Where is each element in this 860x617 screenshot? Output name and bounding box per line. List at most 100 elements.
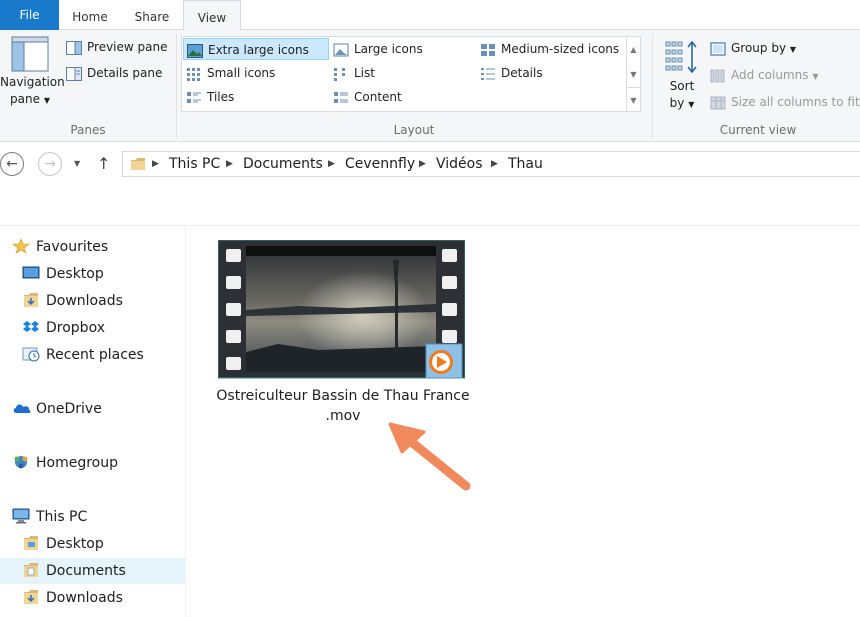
scroll-down-icon[interactable]: ▼ — [627, 62, 640, 87]
medium-icons-label: Medium-sized icons — [501, 42, 620, 56]
tiles-option[interactable]: Tiles — [186, 86, 234, 108]
breadcrumb-thau[interactable]: Thau — [508, 152, 543, 176]
large-icons-option[interactable]: Large icons — [333, 38, 423, 60]
details-label: Details — [501, 66, 543, 80]
breadcrumb-videos[interactable]: Vidéos — [436, 152, 483, 176]
tiles-label: Tiles — [207, 90, 235, 104]
nav-label: Favourites — [36, 239, 109, 255]
caret-down-icon: ▼ — [43, 96, 50, 105]
small-icons-icon — [186, 66, 202, 81]
address-bar[interactable]: ▶ This PC ▶ Documents ▶ Cevennfly ▶ Vidé… — [122, 151, 860, 177]
sort-by-button[interactable]: Sort by ▼ — [660, 40, 704, 113]
nav-item-this-pc[interactable]: This PC — [12, 504, 87, 530]
navigation-pane-button[interactable]: Navigation pane ▼ — [0, 36, 65, 109]
add-columns-icon — [710, 68, 726, 82]
list-icon — [333, 66, 349, 81]
current-view-group-label: Current view — [719, 123, 797, 137]
nav-item-recent-places[interactable]: Recent places — [22, 342, 144, 368]
breadcrumb-cevennfly[interactable]: Cevennfly — [345, 152, 415, 176]
nav-item-favourites[interactable]: Favourites — [12, 234, 108, 260]
content-icon — [333, 90, 349, 104]
command-strip — [0, 182, 860, 226]
tab-home[interactable]: Home — [59, 0, 121, 30]
star-icon — [12, 237, 30, 254]
gallery-more-icon[interactable]: ▼ — [627, 87, 640, 112]
tab-file[interactable]: File — [0, 0, 59, 30]
add-columns-button[interactable]: Add columns ▼ — [710, 64, 818, 86]
navigation-pane-label: Navigation — [0, 75, 65, 89]
media-player-badge-icon — [425, 343, 463, 379]
content-label: Content — [354, 90, 402, 104]
details-option[interactable]: Details — [480, 62, 543, 84]
panes-group-label: Panes — [70, 123, 106, 137]
nav-item-pc-desktop[interactable]: Desktop — [22, 531, 104, 557]
tab-share[interactable]: Share — [121, 0, 183, 30]
forward-button[interactable]: → — [38, 152, 62, 176]
breadcrumb-chevron-icon[interactable]: ▶ — [328, 152, 335, 176]
address-row: ← → ▼ ↑ ▶ This PC ▶ Documents ▶ Cevennfl… — [0, 146, 860, 182]
navigation-pane: Favourites Desktop Downloads Dropbox Rec… — [0, 226, 186, 617]
details-pane-icon — [66, 66, 82, 81]
breadcrumb-chevron-icon[interactable]: ▶ — [491, 152, 498, 176]
details-pane-button[interactable]: Details pane — [66, 62, 162, 84]
back-arrow-icon: ← — [6, 156, 18, 172]
group-by-button[interactable]: Group by ▼ — [710, 37, 796, 59]
breadcrumb-chevron-icon[interactable]: ▶ — [226, 152, 233, 176]
tab-view[interactable]: View — [183, 0, 241, 31]
sort-label-2: by — [669, 96, 685, 110]
preview-pane-button[interactable]: Preview pane — [66, 36, 167, 58]
caret-down-icon: ▼ — [789, 45, 797, 54]
sort-label: Sort — [669, 79, 695, 93]
nav-item-onedrive[interactable]: OneDrive — [12, 396, 102, 422]
tiles-icon — [186, 90, 202, 104]
nav-item-desktop[interactable]: Desktop — [22, 261, 104, 287]
nav-item-pc-downloads[interactable]: Downloads — [22, 585, 123, 611]
extra-large-icons-option[interactable]: Extra large icons — [183, 38, 329, 60]
nav-item-downloads[interactable]: Downloads — [22, 288, 123, 314]
back-button[interactable]: ← — [0, 152, 24, 176]
large-icons-icon — [333, 42, 349, 56]
nav-label: This PC — [36, 509, 88, 525]
nav-label: Documents — [46, 563, 126, 579]
nav-item-pc-documents[interactable]: Documents — [0, 558, 185, 584]
documents-folder-icon — [22, 561, 40, 577]
downloads-folder-icon — [22, 588, 40, 604]
details-icon — [480, 66, 496, 80]
nav-item-homegroup[interactable]: Homegroup — [12, 450, 118, 476]
caret-down-icon: ▼ — [812, 72, 819, 81]
nav-label: OneDrive — [36, 401, 102, 417]
layout-gallery-scroll[interactable]: ▲ ▼ ▼ — [627, 36, 641, 112]
annotation-arrow-icon — [388, 422, 471, 491]
breadcrumb-this-pc[interactable]: This PC — [169, 152, 220, 176]
breadcrumb-chevron-icon[interactable]: ▶ — [152, 152, 159, 176]
layout-group-label: Layout — [393, 123, 435, 137]
folder-icon — [131, 158, 145, 170]
caret-down-icon: ▼ — [688, 100, 695, 109]
nav-item-dropbox[interactable]: Dropbox — [22, 315, 105, 341]
scroll-up-icon[interactable]: ▲ — [627, 37, 640, 62]
breadcrumb-documents[interactable]: Documents — [243, 152, 323, 176]
up-arrow-icon[interactable]: ↑ — [97, 152, 110, 176]
homegroup-icon — [12, 453, 30, 469]
ribbon-tabs: File Home Share View — [0, 0, 860, 31]
nav-label: Downloads — [46, 590, 123, 606]
computer-icon — [12, 507, 30, 524]
preview-pane-icon — [66, 40, 82, 55]
dropbox-icon — [22, 318, 40, 334]
nav-label: Homegroup — [36, 455, 119, 471]
nav-label: Dropbox — [46, 320, 105, 336]
sort-icon — [665, 40, 697, 74]
content-option[interactable]: Content — [333, 86, 402, 108]
file-name-line1: Ostreiculteur Bassin de Thau France — [216, 388, 470, 404]
ribbon: Navigation pane ▼ Preview pane Details p… — [0, 30, 860, 142]
medium-icons-option[interactable]: Medium-sized icons — [480, 38, 619, 60]
desktop-icon — [22, 264, 40, 280]
recent-locations-chevron-down-icon[interactable]: ▼ — [74, 152, 80, 176]
recent-places-icon — [22, 345, 40, 362]
size-columns-button[interactable]: Size all columns to fit — [710, 91, 860, 113]
list-option[interactable]: List — [333, 62, 375, 84]
group-by-label: Group by — [731, 41, 787, 55]
breadcrumb-chevron-icon[interactable]: ▶ — [419, 152, 426, 176]
small-icons-option[interactable]: Small icons — [186, 62, 275, 84]
video-thumbnail[interactable] — [217, 239, 466, 380]
